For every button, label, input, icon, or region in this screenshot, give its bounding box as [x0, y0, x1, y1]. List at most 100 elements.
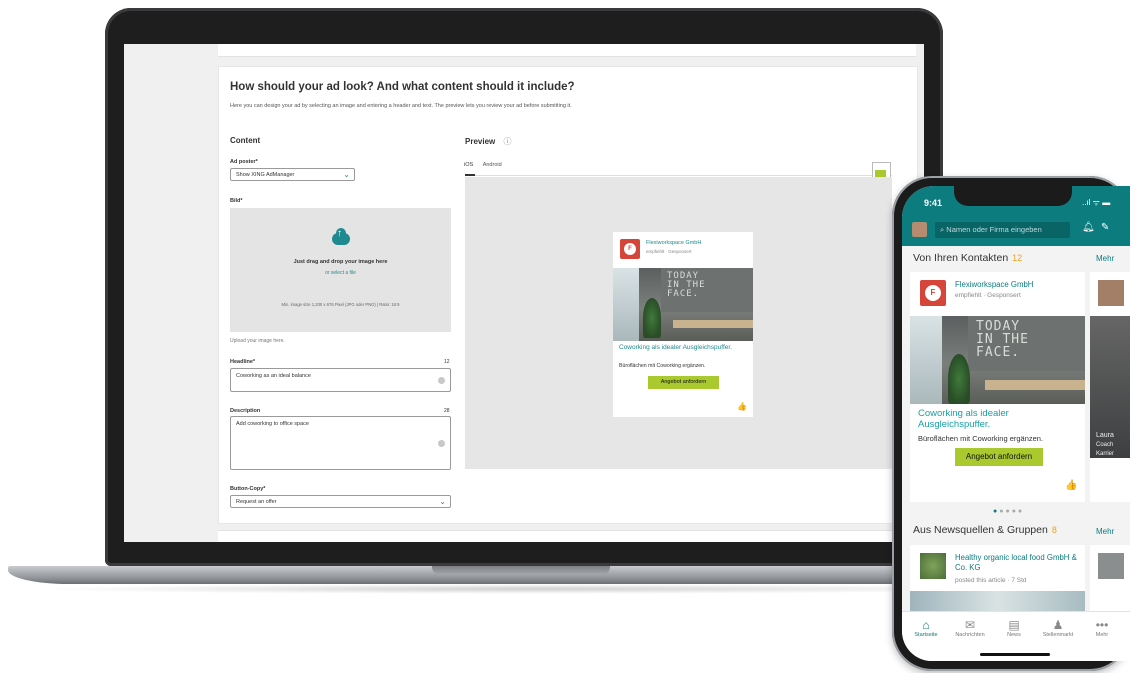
news-meta: posted this article · 7 Std [955, 577, 1027, 584]
more-link[interactable]: Mehr [1096, 527, 1114, 536]
tab-news[interactable]: ▤ News [992, 618, 1036, 638]
search-input[interactable]: ⌕ Namen oder Firma eingeben [935, 222, 1070, 238]
preview-section-title: Preview ⓘ [465, 136, 511, 147]
news-company[interactable]: Healthy organic local food GmbH & Co. KG [955, 553, 1080, 573]
tab-messages-label: Nachrichten [955, 632, 985, 638]
upload-hint: Min. image size 1,200 x 676 Pixel (JPG o… [281, 302, 400, 307]
next-news-card[interactable] [1090, 545, 1130, 611]
section-news-title: Aus Newsquellen & Gruppen 8 [913, 524, 1057, 536]
preview-title-text: Preview [465, 137, 496, 146]
ad-preview-card: F Flexiworkspace GmbH empfiehlt · Gespon… [613, 232, 753, 417]
headline-input[interactable]: Coworking as an ideal balance [230, 368, 451, 392]
upload-caption: Upload your image here. [230, 338, 285, 344]
description-textarea[interactable]: Add coworking to office space [230, 416, 451, 470]
ad-image: TODAY IN THE FACE. [613, 268, 753, 341]
card-description: Büroflächen mit Coworking ergänzen. [918, 434, 1044, 443]
button-copy-label: Button-Copy* [230, 486, 266, 492]
news-thumbnail [920, 553, 946, 579]
page-title: How should your ad look? And what conten… [230, 81, 575, 93]
chat-icon: ✉ [964, 618, 976, 632]
info-icon[interactable]: ⓘ [503, 137, 511, 146]
chevron-down-icon: ⌄ [439, 497, 446, 506]
upload-arrow-icon: ↑ [337, 228, 342, 239]
like-icon[interactable]: 👍 [737, 402, 747, 411]
top-strip [218, 44, 916, 57]
preview-tabs: iOS Android [464, 162, 502, 168]
page-intro: Here you can design your ad by selecting… [230, 103, 572, 109]
headline-counter: 12 [444, 359, 450, 365]
sponsored-card[interactable]: F Flexiworkspace GmbH empfiehlt · Gespon… [910, 272, 1085, 502]
tab-more[interactable]: ••• Mehr [1080, 618, 1124, 638]
news-card[interactable]: Healthy organic local food GmbH & Co. KG… [910, 545, 1085, 611]
bell-icon[interactable]: 🔔︎ [1082, 222, 1095, 233]
carousel-dots[interactable]: ●●●●● [993, 508, 1024, 515]
next-card-role2: Karrier [1096, 451, 1115, 457]
description-counter: 28 [444, 408, 450, 414]
clear-icon[interactable] [438, 377, 445, 384]
description-label: Description [230, 408, 261, 414]
ad-poster-label: Ad poster* [230, 159, 258, 165]
laptop-notch [432, 566, 610, 575]
search-placeholder: Namen oder Firma eingeben [946, 225, 1042, 234]
tab-news-label: News [1007, 632, 1021, 638]
section-contacts-title: Von Ihren Kontakten 12 [913, 252, 1022, 264]
ad-sponsored: empfiehlt · Gesponsert [646, 249, 692, 254]
active-tab-indicator [465, 174, 475, 176]
jobs-icon: ♟ [1052, 618, 1064, 632]
company-logo: F [620, 239, 640, 259]
tab-home[interactable]: ⌂ Startseite [904, 618, 948, 638]
ad-description: Büroflächen mit Coworking ergänzen. [619, 363, 706, 369]
avatar[interactable] [912, 222, 927, 237]
content-section-title: Content [230, 136, 261, 145]
card-sponsored: empfiehlt · Gesponsert [955, 292, 1021, 299]
button-copy-select[interactable]: Request an offer ⌄ [230, 495, 451, 508]
next-card[interactable]: Laura Coach Karrier [1090, 272, 1130, 502]
tab-home-label: Startseite [914, 632, 938, 638]
compose-icon[interactable]: ✎ [1101, 222, 1109, 233]
home-indicator [980, 653, 1050, 656]
ad-cta-button[interactable]: Angebot anfordern [648, 376, 719, 389]
description-value: Add coworking to office space [236, 421, 309, 427]
ad-headline: Coworking als idealer Ausgleichspuffer. [619, 344, 732, 351]
tab-messages[interactable]: ✉ Nachrichten [948, 618, 992, 638]
card-image-text: TODAY IN THE FACE. [976, 319, 1029, 360]
section-contacts-count: 12 [1012, 253, 1023, 263]
tab-jobs[interactable]: ♟ Stellenmarkt [1036, 618, 1080, 638]
headline-value: Coworking as an ideal balance [236, 373, 311, 379]
ad-poster-select[interactable]: Show XING AdManager ⌄ [230, 168, 355, 181]
news-icon: ▤ [1008, 618, 1020, 632]
tab-divider [465, 175, 892, 176]
laptop-screen: How should your ad look? And what conten… [124, 44, 924, 542]
chevron-down-icon: ⌄ [343, 170, 350, 179]
section-news-count: 8 [1051, 525, 1057, 535]
status-icons: ..ıl ᯤ ▬ [1082, 198, 1111, 207]
news-image [910, 591, 1085, 611]
company-logo: F [920, 280, 946, 306]
upload-main-text: Just drag and drop your image here [293, 259, 388, 265]
bottom-strip [218, 530, 916, 542]
phone-screen: 9:41 ..ıl ᯤ ▬ ⌕ Namen oder Firma eingebe… [902, 186, 1130, 661]
more-icon: ••• [1095, 618, 1109, 632]
more-link[interactable]: Mehr [1096, 254, 1114, 263]
card-headline[interactable]: Coworking als idealer Ausgleichspuffer. [918, 408, 1083, 430]
tab-android[interactable]: Android [483, 162, 502, 168]
home-icon: ⌂ [922, 618, 930, 632]
card-company[interactable]: Flexiworkspace GmbH [955, 280, 1033, 289]
app-header: 9:41 ..ıl ᯤ ▬ ⌕ Namen oder Firma eingebe… [902, 186, 1130, 246]
tab-ios[interactable]: iOS [464, 162, 473, 168]
headline-label: Headline* [230, 359, 256, 365]
like-icon[interactable]: 👍 [1065, 480, 1077, 491]
laptop-shadow [30, 584, 1030, 594]
cta-button[interactable]: Angebot anfordern [955, 448, 1043, 466]
profile-photo [1098, 280, 1124, 306]
image-dropzone[interactable]: ↑ Just drag and drop your image here or … [230, 208, 451, 332]
button-copy-value: Request an offer [236, 499, 277, 505]
ad-image-text: TODAY IN THE FACE. [667, 271, 706, 299]
section-news-label: Aus Newsquellen & Gruppen [913, 524, 1048, 536]
tab-more-label: Mehr [1095, 632, 1109, 638]
clear-icon[interactable] [438, 440, 445, 447]
select-file-link[interactable]: or select a file [230, 270, 451, 276]
next-card-role: Coach [1096, 442, 1114, 448]
status-time: 9:41 [924, 198, 943, 208]
tab-jobs-label: Stellenmarkt [1042, 632, 1074, 638]
